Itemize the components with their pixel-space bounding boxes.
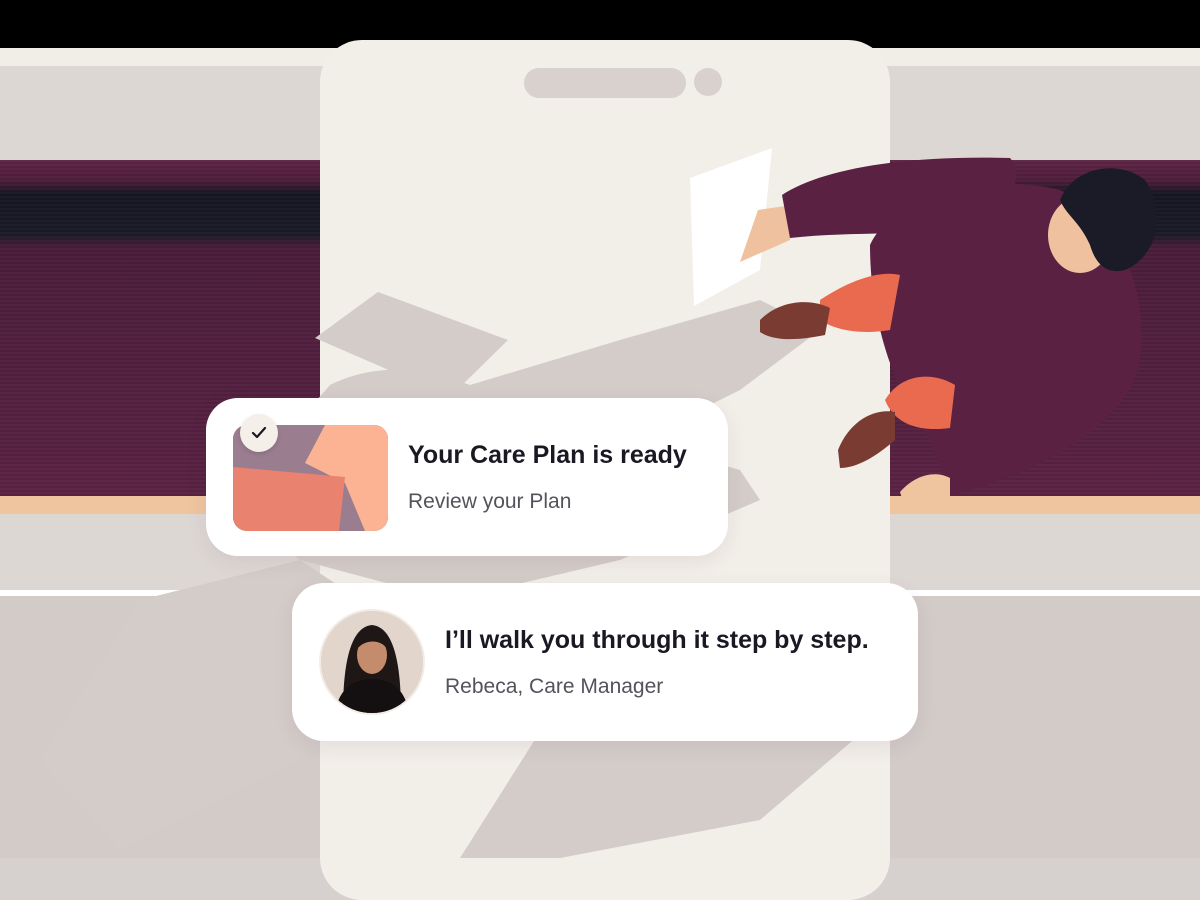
care-manager-message: I’ll walk you through it step by step. [445,626,869,654]
phone-speaker [524,68,686,98]
care-plan-card[interactable]: Your Care Plan is ready Review your Plan [206,398,728,556]
care-manager-signature: Rebeca, Care Manager [445,675,664,698]
phone-camera [694,68,722,96]
check-icon [240,414,278,452]
care-manager-avatar [319,609,425,715]
care-manager-card: I’ll walk you through it step by step. R… [292,583,918,741]
care-plan-title: Your Care Plan is ready [408,441,687,469]
review-plan-link[interactable]: Review your Plan [408,490,571,514]
